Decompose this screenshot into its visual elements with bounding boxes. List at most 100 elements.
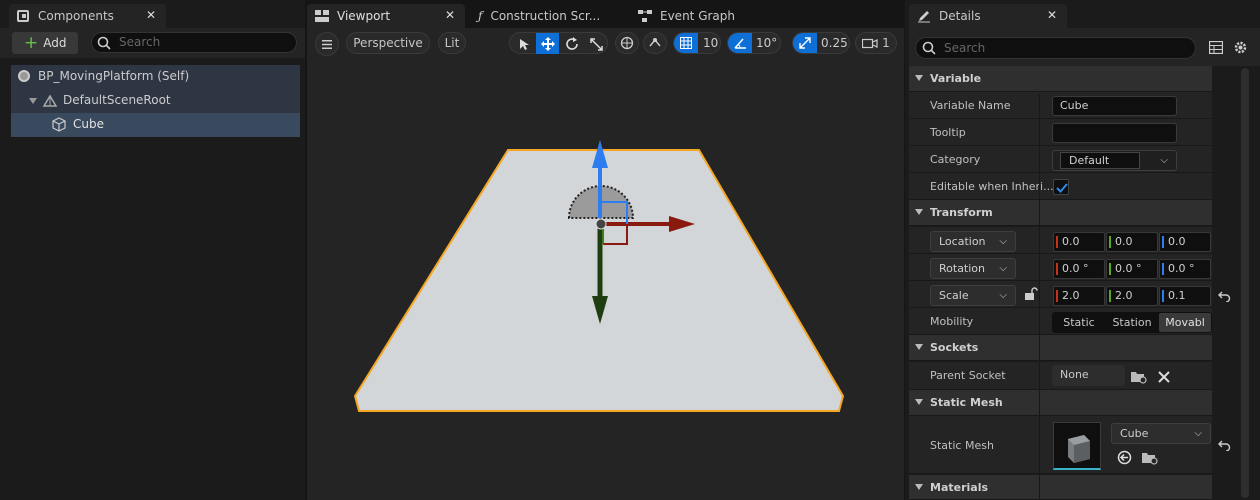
section-transform-title: Transform — [930, 206, 993, 219]
tab-event-graph[interactable]: Event Graph — [630, 4, 760, 28]
select-tool-button[interactable] — [513, 33, 535, 55]
section-sockets[interactable]: Sockets — [909, 335, 1212, 361]
parent-socket-field[interactable]: None — [1052, 365, 1125, 386]
mobility-static-option[interactable]: Static — [1055, 313, 1103, 332]
add-button[interactable]: + Add — [12, 32, 78, 54]
section-transform[interactable]: Transform — [909, 200, 1212, 226]
mobility-stationary-label: Station — [1112, 316, 1152, 329]
section-static-mesh[interactable]: Static Mesh — [909, 390, 1212, 416]
tab-components[interactable]: Components ✕ — [9, 4, 166, 28]
lit-button[interactable]: Lit — [438, 32, 466, 54]
components-icon — [17, 10, 29, 22]
rotation-dropdown[interactable]: Rotation ⌵ — [930, 258, 1016, 279]
location-y-input[interactable]: 0.0 — [1106, 232, 1158, 252]
grid-snap-toggle[interactable] — [674, 33, 698, 53]
tree-item-self[interactable]: BP_MovingPlatform (Self) — [11, 65, 300, 89]
event-graph-icon — [638, 10, 652, 22]
expand-arrow-icon[interactable] — [29, 98, 37, 104]
mobility-stationary-option[interactable]: Station — [1107, 313, 1157, 332]
surface-snap-toggle[interactable] — [643, 32, 667, 54]
close-icon[interactable]: ✕ — [146, 8, 156, 22]
details-search-input[interactable]: Search — [915, 37, 1196, 59]
tooltip-label: Tooltip — [930, 126, 966, 139]
components-search-input[interactable]: Search — [91, 32, 297, 53]
static-mesh-thumbnail[interactable] — [1053, 422, 1101, 470]
hamburger-icon — [322, 39, 332, 49]
pencil-icon — [918, 11, 930, 23]
move-icon — [540, 36, 555, 51]
variable-name-input[interactable]: Cube — [1052, 96, 1177, 116]
tree-item-cube[interactable]: Cube — [11, 113, 300, 137]
location-dropdown[interactable]: Location ⌵ — [930, 231, 1016, 252]
rotation-z-input[interactable]: 0.0 ° — [1159, 259, 1211, 279]
perspective-label: Perspective — [353, 36, 423, 50]
table-view-icon[interactable] — [1209, 41, 1223, 54]
collapse-arrow-icon[interactable] — [915, 75, 923, 81]
components-panel: Components ✕ + Add Search BP_MovingPlatf… — [0, 0, 305, 500]
settings-gear-icon[interactable] — [1233, 40, 1248, 55]
location-z-input[interactable]: 0.0 — [1159, 232, 1211, 252]
scale-dropdown[interactable]: Scale ⌵ — [930, 285, 1016, 306]
move-tool-button[interactable] — [536, 33, 559, 54]
close-icon[interactable]: ✕ — [445, 8, 455, 22]
details-scrollbar-thumb[interactable] — [1241, 68, 1249, 498]
add-label: Add — [43, 36, 67, 50]
section-variable[interactable]: Variable — [909, 66, 1212, 92]
category-dropdown[interactable]: Default ⌵ — [1052, 150, 1177, 171]
browse-folder-icon[interactable] — [1130, 369, 1147, 384]
browse-folder-icon[interactable] — [1141, 450, 1158, 465]
reset-arrow-icon[interactable] — [1218, 291, 1231, 302]
tab-details[interactable]: Details ✕ — [909, 4, 1067, 28]
collapse-arrow-icon[interactable] — [915, 484, 923, 490]
rotation-x-input[interactable]: 0.0 ° — [1053, 259, 1105, 279]
tab-viewport[interactable]: Viewport ✕ — [307, 4, 465, 28]
use-selected-arrow-icon[interactable] — [1117, 450, 1132, 465]
mobility-movable-option[interactable]: Movabl — [1159, 313, 1211, 332]
close-icon[interactable]: ✕ — [1047, 8, 1057, 22]
tree-item-root-label: DefaultSceneRoot — [63, 93, 171, 107]
column-divider[interactable] — [1039, 94, 1040, 500]
rotation-snap-toggle[interactable] — [728, 33, 752, 53]
section-variable-title: Variable — [930, 72, 982, 85]
tree-item-self-label: BP_MovingPlatform (Self) — [38, 69, 190, 83]
section-materials[interactable]: Materials — [909, 475, 1212, 500]
camera-speed-button[interactable]: 1 — [855, 32, 897, 54]
world-local-toggle[interactable] — [615, 32, 639, 54]
rotation-snap-value[interactable]: 10° — [756, 36, 777, 50]
editable-checkbox[interactable] — [1053, 179, 1069, 195]
tooltip-input[interactable] — [1052, 123, 1177, 143]
tab-construction-script[interactable]: ƒ Construction Scr... — [470, 4, 620, 28]
clear-x-icon[interactable] — [1158, 371, 1170, 383]
cube-thumbnail-icon — [1068, 435, 1090, 463]
tree-item-default-scene-root[interactable]: DefaultSceneRoot — [11, 89, 300, 113]
scale-z-input[interactable]: 0.1 — [1159, 286, 1211, 306]
tree-item-cube-label: Cube — [73, 117, 104, 131]
scale-y-input[interactable]: 2.0 — [1106, 286, 1158, 306]
scale-tool-button[interactable] — [585, 33, 607, 55]
editable-label: Editable when Inheri... — [930, 180, 1054, 193]
grid-snap-value[interactable]: 10 — [703, 36, 718, 50]
scale-icon — [589, 37, 603, 51]
gizmo-center[interactable] — [595, 218, 607, 230]
location-x-input[interactable]: 0.0 — [1053, 232, 1105, 252]
collapse-arrow-icon[interactable] — [915, 209, 923, 215]
chevron-down-icon: ⌵ — [999, 290, 1007, 301]
scale-x-input[interactable]: 2.0 — [1053, 286, 1105, 306]
viewport[interactable] — [307, 28, 904, 500]
viewport-menu-button[interactable] — [315, 32, 339, 56]
scale-snap-value[interactable]: 0.25 — [821, 36, 848, 50]
perspective-button[interactable]: Perspective — [346, 32, 430, 54]
rotate-tool-button[interactable] — [561, 33, 583, 55]
rotation-y-input[interactable]: 0.0 ° — [1106, 259, 1158, 279]
details-tab-label: Details — [939, 9, 981, 23]
camera-icon — [862, 38, 878, 48]
scale-snap-toggle[interactable] — [793, 33, 817, 53]
category-label: Category — [930, 153, 981, 166]
collapse-arrow-icon[interactable] — [915, 399, 923, 405]
static-mesh-dropdown[interactable]: Cube ⌵ — [1111, 423, 1211, 444]
unlock-icon[interactable] — [1024, 287, 1038, 301]
collapse-arrow-icon[interactable] — [915, 344, 923, 350]
surface-snap-icon — [649, 38, 661, 47]
reset-arrow-icon[interactable] — [1218, 440, 1231, 451]
chevron-down-icon: ⌵ — [1194, 428, 1202, 439]
